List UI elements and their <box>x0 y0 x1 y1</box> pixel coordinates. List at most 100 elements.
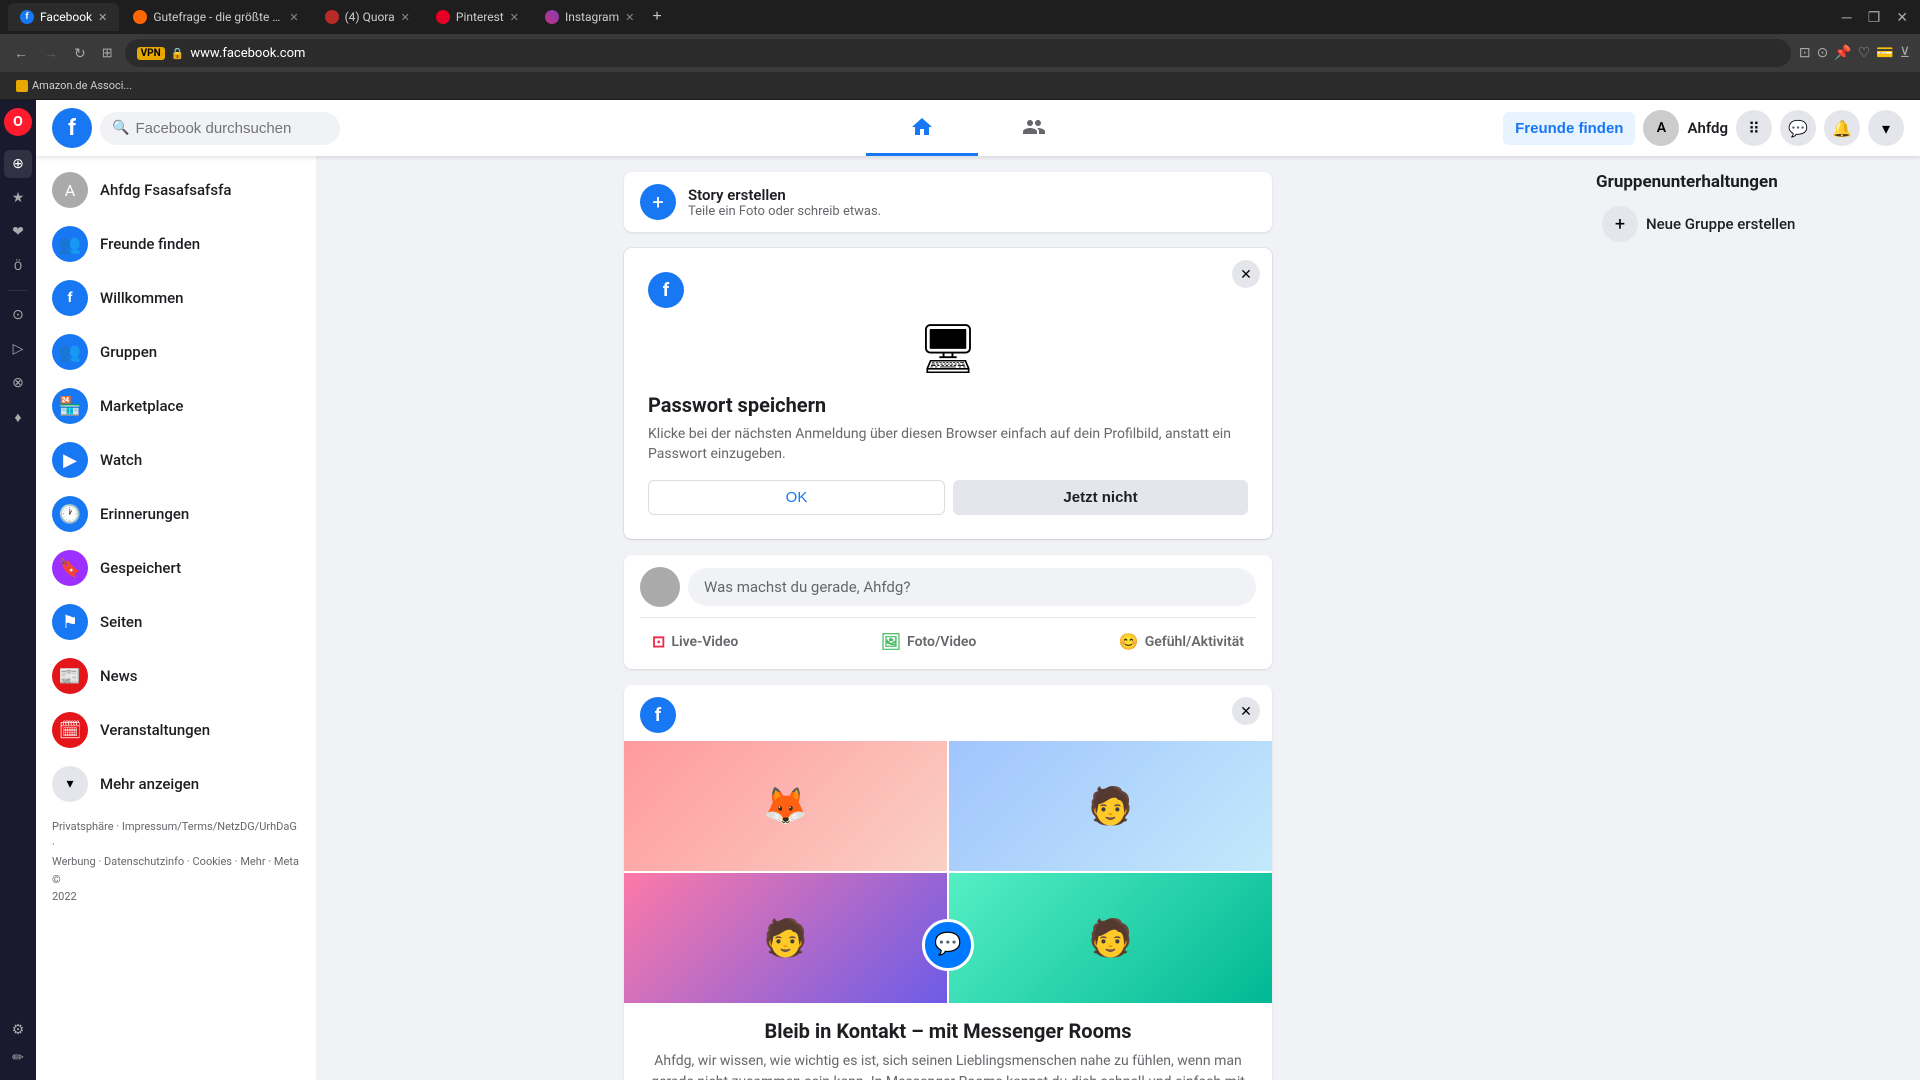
back-button[interactable]: ← <box>10 41 32 65</box>
menu-button[interactable]: ⠿ <box>1736 110 1772 146</box>
opera-settings-icon[interactable]: ⚙ <box>4 1016 32 1044</box>
wallet-icon[interactable]: 💳 <box>1876 45 1893 61</box>
tab-facebook[interactable]: f Facebook ✕ <box>8 3 119 31</box>
opera-logo: O <box>4 108 32 136</box>
tab-favicon-facebook: f <box>20 10 34 24</box>
tab-pinterest[interactable]: Pinterest ✕ <box>424 3 531 31</box>
sidebar-icon-groups: 👥 <box>52 334 88 370</box>
footer-mehr[interactable]: Mehr <box>240 855 265 868</box>
opera-icon-6[interactable]: ♦ <box>4 403 32 431</box>
photo-video-button[interactable]: 🖼 Foto/Video <box>869 626 989 657</box>
footer-impressum[interactable]: Impressum <box>122 820 177 833</box>
user-avatar[interactable]: A <box>1643 110 1679 146</box>
sidebar-item-memories[interactable]: 🕐 Erinnerungen <box>44 488 308 540</box>
memories-icon: 🕐 <box>59 504 81 525</box>
tab-favicon-pinterest <box>436 10 450 24</box>
heart-icon[interactable]: ♡ <box>1858 45 1871 61</box>
footer-werbung[interactable]: Werbung <box>52 855 96 868</box>
sidebar-label-watch: Watch <box>100 451 142 469</box>
opera-compose-icon[interactable]: ✏ <box>4 1044 32 1072</box>
search-icon: 🔍 <box>112 120 129 136</box>
tab-close-facebook[interactable]: ✕ <box>98 11 107 24</box>
footer-privacy[interactable]: Privatsphäre <box>52 820 114 833</box>
sidebar-item-welcome[interactable]: f Willkommen <box>44 272 308 324</box>
tab-close-pinterest[interactable]: ✕ <box>510 11 519 24</box>
live-video-button[interactable]: ⊡ Live-Video <box>640 626 750 657</box>
screenshot-icon[interactable]: ⊙ <box>1817 45 1829 61</box>
tab-instagram[interactable]: Instagram ✕ <box>533 3 646 31</box>
card-images: 🦊 🧑 💬 🧑 <box>624 741 1272 1003</box>
restore-button[interactable]: ❐ <box>1864 5 1885 30</box>
tab-favicon-quora <box>325 10 339 24</box>
sidebar-label-welcome: Willkommen <box>100 289 184 307</box>
tab-label-facebook: Facebook <box>40 10 92 24</box>
bookmark-amazon[interactable]: Amazon.de Associ... <box>10 77 138 94</box>
search-input[interactable] <box>135 120 328 137</box>
minimize-button[interactable]: ─ <box>1838 5 1856 29</box>
sidebar-item-marketplace[interactable]: 🏪 Marketplace <box>44 380 308 432</box>
footer-netzDG[interactable]: NetzDG/UrhDaG <box>217 820 297 833</box>
messenger-button[interactable]: 💬 <box>1780 110 1816 146</box>
sidebar-item-watch[interactable]: ▶ Watch <box>44 434 308 486</box>
forward-button[interactable]: → <box>40 41 62 65</box>
tab-close-instagram[interactable]: ✕ <box>625 11 634 24</box>
pin-icon[interactable]: 📌 <box>1834 45 1851 61</box>
opera-icon-5[interactable]: ⊗ <box>4 369 32 397</box>
story-title: Story erstellen <box>688 186 881 204</box>
messenger-icon-overlay: 💬 <box>922 919 974 971</box>
refresh-button[interactable]: ↻ <box>70 41 90 66</box>
new-group-button[interactable]: + Neue Gruppe erstellen <box>1596 200 1904 248</box>
dialog-ok-button[interactable]: OK <box>648 480 945 515</box>
sidebar-item-groups[interactable]: 👥 Gruppen <box>44 326 308 378</box>
tab-quora[interactable]: (4) Quora ✕ <box>313 3 422 31</box>
download-icon[interactable]: ⊻ <box>1900 45 1910 61</box>
footer-datenschutz[interactable]: Datenschutzinfo <box>104 855 184 868</box>
sidebar-more-label: Mehr anzeigen <box>100 775 199 793</box>
dialog-buttons: OK Jetzt nicht <box>648 480 1248 515</box>
feeling-button[interactable]: 😊 Gefühl/Aktivität <box>1107 626 1256 657</box>
footer-terms[interactable]: Terms <box>182 820 213 833</box>
footer-cookies[interactable]: Cookies <box>193 855 232 868</box>
card-header: f <box>624 685 1272 741</box>
opera-icon-0[interactable]: ⊕ <box>4 150 32 178</box>
new-tab-button[interactable]: + <box>652 8 661 26</box>
opera-icon-1[interactable]: ★ <box>4 184 32 212</box>
footer-meta[interactable]: Meta <box>274 855 299 868</box>
dialog-close-button[interactable]: ✕ <box>1232 260 1260 288</box>
close-button[interactable]: ✕ <box>1892 5 1912 30</box>
sidebar-item-friends-find[interactable]: 👥 Freunde finden <box>44 218 308 270</box>
opera-icon-instagram[interactable]: Ö <box>4 252 32 280</box>
opera-icon-3[interactable]: ⊙ <box>4 301 32 329</box>
sidebar-label-news: News <box>100 667 138 685</box>
dialog-later-button[interactable]: Jetzt nicht <box>953 480 1248 515</box>
sidebar-item-pages[interactable]: ⚑ Seiten <box>44 596 308 648</box>
story-create-box[interactable]: + Story erstellen Teile ein Foto oder sc… <box>624 172 1272 232</box>
sidebar-user-profile[interactable]: A Ahfdg Fsasafsafsfa <box>44 164 308 216</box>
card-close-button[interactable]: ✕ <box>1232 697 1260 725</box>
url-bar[interactable]: VPN 🔒 www.facebook.com <box>125 39 1791 67</box>
facebook-app: f 🔍 Freunde finden A <box>36 100 1920 1080</box>
tab-close-gutefrage[interactable]: ✕ <box>289 11 298 24</box>
cast-icon[interactable]: ⊡ <box>1799 45 1811 61</box>
account-menu-button[interactable]: ▾ <box>1868 110 1904 146</box>
find-friends-button[interactable]: Freunde finden <box>1503 112 1635 145</box>
sidebar-label-marketplace: Marketplace <box>100 397 183 415</box>
nav-friends[interactable] <box>978 100 1090 156</box>
notifications-button[interactable]: 🔔 <box>1824 110 1860 146</box>
nav-home[interactable] <box>866 100 978 156</box>
opera-icon-4[interactable]: ▷ <box>4 335 32 363</box>
sidebar-item-saved[interactable]: 🔖 Gespeichert <box>44 542 308 594</box>
tab-close-quora[interactable]: ✕ <box>401 11 410 24</box>
sidebar-item-events[interactable]: 🗓 Veranstaltungen <box>44 704 308 756</box>
opera-icon-2[interactable]: ❤ <box>4 218 32 246</box>
sidebar-item-news[interactable]: 📰 News <box>44 650 308 702</box>
sidebar-label-saved: Gespeichert <box>100 559 181 577</box>
tab-label-gutefrage: Gutefrage - die größte de... <box>153 10 283 24</box>
dialog-description: Klicke bei der nächsten Anmeldung über d… <box>648 425 1248 464</box>
home-button[interactable]: ⊞ <box>98 41 117 65</box>
fb-search-box[interactable]: 🔍 <box>100 112 340 145</box>
post-create-input[interactable]: Was machst du gerade, Ahfdg? <box>688 568 1256 606</box>
tab-label-instagram: Instagram <box>565 10 619 24</box>
tab-gutefrage[interactable]: Gutefrage - die größte de... ✕ <box>121 3 310 31</box>
sidebar-more-button[interactable]: ▾ Mehr anzeigen <box>44 758 308 810</box>
